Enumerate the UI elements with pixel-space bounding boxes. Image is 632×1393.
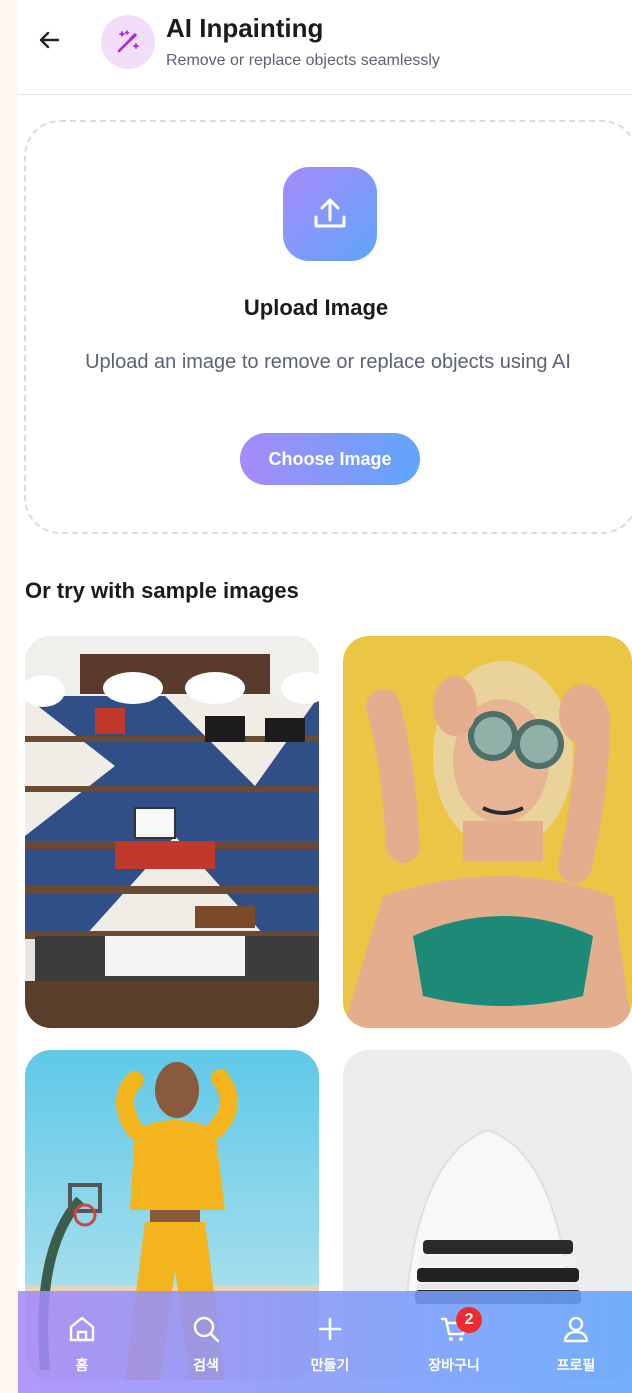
nav-item-profile[interactable]: 프로필 bbox=[526, 1291, 626, 1393]
choose-image-button[interactable]: Choose Image bbox=[240, 433, 420, 485]
back-button[interactable] bbox=[38, 26, 62, 54]
feature-icon-badge bbox=[101, 15, 155, 69]
samples-heading: Or try with sample images bbox=[25, 578, 299, 603]
plus-icon bbox=[318, 1317, 342, 1341]
search-icon bbox=[193, 1316, 220, 1343]
nav-label-search: 검색 bbox=[193, 1357, 219, 1373]
arrow-left-icon bbox=[39, 31, 60, 49]
nav-item-cart[interactable]: 2 장바구니 bbox=[404, 1291, 504, 1393]
user-icon bbox=[563, 1316, 589, 1343]
cart-count-badge: 2 bbox=[456, 1307, 482, 1333]
upload-icon bbox=[314, 198, 346, 228]
sample-image-sunglasses[interactable] bbox=[343, 636, 632, 1028]
upload-title: Upload Image bbox=[243, 295, 389, 320]
upload-icon-tile bbox=[283, 167, 377, 261]
app-screen: AI Inpainting Remove or replace objects … bbox=[18, 0, 632, 1393]
nav-label-cart: 장바구니 bbox=[428, 1357, 480, 1373]
nav-item-search[interactable]: 검색 bbox=[156, 1291, 256, 1393]
top-bar: AI Inpainting Remove or replace objects … bbox=[18, 0, 632, 95]
sample-image-store[interactable] bbox=[25, 636, 319, 1028]
nav-item-home[interactable]: 홈 bbox=[32, 1291, 132, 1393]
nav-label-create: 만들기 bbox=[310, 1357, 350, 1373]
bottom-navigation: 홈 검색 만들기 2 장바구니 프로필 bbox=[18, 1291, 632, 1393]
nav-label-profile: 프로필 bbox=[556, 1357, 596, 1373]
page-subtitle: Remove or replace objects seamlessly bbox=[166, 52, 440, 69]
upload-description: Upload an image to remove or replace obj… bbox=[85, 351, 571, 373]
nav-item-create[interactable]: 만들기 bbox=[280, 1291, 380, 1393]
nav-label-home: 홈 bbox=[75, 1357, 89, 1373]
magic-wand-icon bbox=[117, 30, 139, 53]
page-title: AI Inpainting bbox=[166, 13, 324, 43]
home-icon bbox=[69, 1316, 95, 1342]
